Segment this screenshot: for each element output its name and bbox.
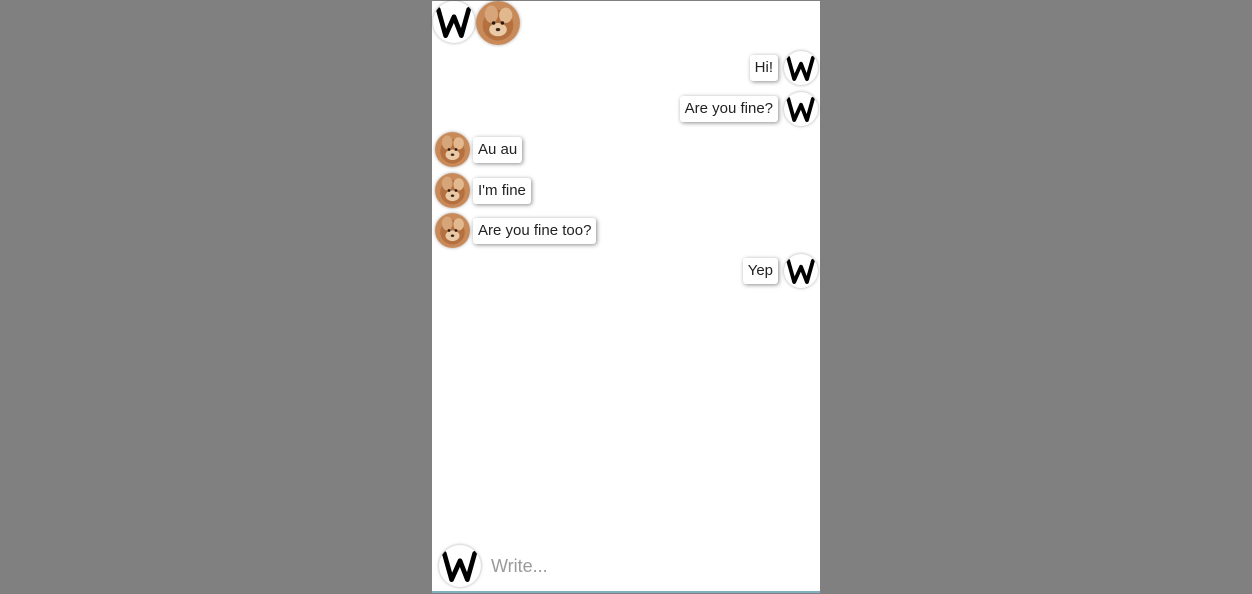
message-composer [439, 544, 793, 588]
user-avatar-w-icon [784, 92, 818, 126]
contact-avatar-puppy-icon [435, 213, 470, 248]
message-row-outgoing: Are you fine? [679, 92, 818, 126]
message-row-incoming: I'm fine [435, 173, 531, 208]
message-row-incoming: Au au [435, 132, 523, 167]
composer-avatar-w-icon [439, 545, 481, 587]
message-bubble: Hi! [749, 55, 778, 81]
chat-header [433, 1, 520, 45]
message-row-outgoing: Yep [742, 254, 818, 288]
user-avatar-w-icon[interactable] [433, 1, 475, 43]
message-input[interactable] [489, 554, 793, 578]
chat-window: Hi! Are you fine? Au au I'm fine Are you… [432, 1, 820, 593]
message-bubble: Au au [473, 136, 523, 163]
message-bubble: I'm fine [473, 177, 531, 204]
contact-avatar-puppy-icon [435, 173, 470, 208]
message-row-incoming: Are you fine too? [435, 213, 597, 248]
contact-avatar-puppy-icon [435, 132, 470, 167]
contact-avatar-puppy-icon[interactable] [476, 1, 520, 45]
message-bubble: Are you fine? [679, 96, 778, 122]
message-row-outgoing: Hi! [749, 51, 818, 85]
user-avatar-w-icon [784, 254, 818, 288]
message-bubble: Yep [742, 258, 778, 284]
message-bubble: Are you fine too? [473, 217, 597, 244]
user-avatar-w-icon [784, 51, 818, 85]
